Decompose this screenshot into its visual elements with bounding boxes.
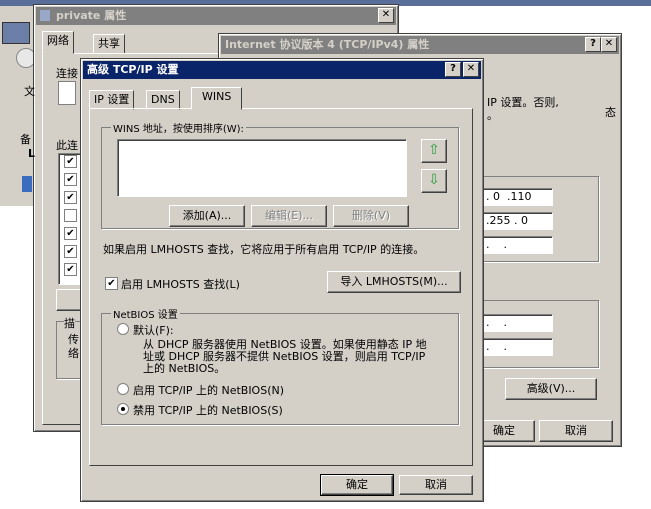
item-checkbox[interactable] <box>64 209 77 222</box>
import-lmhosts-button[interactable]: 导入 LMHOSTS(M)... <box>327 271 461 293</box>
tab-ip-settings[interactable]: IP 设置 <box>89 90 135 110</box>
lmhosts-checkbox[interactable]: ✔ <box>105 277 118 290</box>
tab-network[interactable]: 网络 <box>42 31 74 54</box>
netbios-default-radio[interactable] <box>117 323 129 335</box>
connect-label: 连接 <box>56 67 78 80</box>
side-char-file: 文 <box>24 85 35 98</box>
alternate-dns-field[interactable]: . . <box>481 338 553 356</box>
private-close-button[interactable]: ✕ <box>378 8 394 23</box>
item-checkbox[interactable]: ✔ <box>64 263 77 276</box>
edit-wins-button[interactable]: 编辑(E)... <box>251 205 327 227</box>
subnet-mask-field[interactable]: .255 . 0 <box>481 212 553 230</box>
this-connection-label: 此连 <box>56 139 78 152</box>
dns-group <box>481 300 599 368</box>
side-char-network: 络 <box>68 347 79 360</box>
computer-icon <box>2 22 30 44</box>
down-arrow-icon: ⇩ <box>428 172 440 188</box>
advanced-close-button[interactable]: ✕ <box>463 62 479 77</box>
ip-address-value: . 0 .110 <box>486 190 532 203</box>
tab-sharing[interactable]: 共享 <box>93 34 125 54</box>
network-icon <box>22 176 32 192</box>
side-char-spare: 备 <box>20 133 31 146</box>
item-checkbox[interactable]: ✔ <box>64 191 77 204</box>
item-checkbox[interactable]: ✔ <box>64 245 77 258</box>
network-title-icon <box>40 10 50 21</box>
adapter-icon <box>58 81 76 105</box>
wins-group-label: WINS 地址，按使用排序(W): <box>111 120 246 135</box>
tab-wins[interactable]: WINS <box>191 87 243 110</box>
gateway-field[interactable]: . . <box>481 236 553 254</box>
netbios-group-label: NetBIOS 设置 <box>111 306 180 321</box>
lmhosts-checkbox-label[interactable]: 启用 LMHOSTS 查找(L) <box>121 276 240 292</box>
advanced-cancel-button[interactable]: 取消 <box>399 475 473 495</box>
item-checkbox[interactable]: ✔ <box>64 155 77 168</box>
private-title-bar: private 属性 <box>36 7 396 25</box>
advanced-title-bar: 高级 TCP/IP 设置 <box>83 61 481 79</box>
ipv4-close-button[interactable]: ✕ <box>601 37 617 52</box>
preferred-dns-value: . . <box>486 316 507 329</box>
side-char-l: L <box>28 147 36 160</box>
description-label: 描 <box>64 315 75 331</box>
advanced-help-button[interactable]: ? <box>445 62 461 77</box>
gateway-value: . . <box>486 238 507 251</box>
ip-address-field[interactable]: . 0 .110 <box>481 188 553 206</box>
tab-dns[interactable]: DNS <box>146 90 180 110</box>
install-button[interactable] <box>56 289 82 311</box>
add-wins-button[interactable]: 添加(A)... <box>169 205 245 227</box>
alternate-dns-value: . . <box>486 340 507 353</box>
ipv4-help-button[interactable]: ? <box>585 37 601 52</box>
ipv4-info-line2: 。 <box>487 109 498 122</box>
netbios-disable-radio[interactable] <box>117 403 129 415</box>
advanced-ok-button[interactable]: 确定 <box>320 474 394 496</box>
advanced-button[interactable]: 高级(V)... <box>505 378 597 400</box>
move-down-button[interactable]: ⇩ <box>421 169 447 193</box>
ipv4-window-title: Internet 协议版本 4 (TCP/IPv4) 属性 <box>225 38 430 51</box>
remove-wins-button[interactable]: 删除(V) <box>333 205 409 227</box>
netbios-disable-label[interactable]: 禁用 TCP/IP 上的 NetBIOS(S) <box>133 402 283 418</box>
ipv4-title-bar: Internet 协议版本 4 (TCP/IPv4) 属性 <box>221 36 619 54</box>
item-checkbox[interactable]: ✔ <box>64 173 77 186</box>
ipv4-info-suffix: 态 <box>605 106 616 119</box>
netbios-enable-radio[interactable] <box>117 383 129 395</box>
advanced-tcpip-dialog: 高级 TCP/IP 设置 ? ✕ IP 设置 DNS WINS WINS 地址，… <box>80 58 484 502</box>
wins-address-list[interactable] <box>117 139 407 197</box>
advanced-dialog-title: 高级 TCP/IP 设置 <box>87 63 179 76</box>
netbios-default-desc: 上的 NetBIOS。 <box>143 362 226 375</box>
preferred-dns-field[interactable]: . . <box>481 314 553 332</box>
lmhosts-info-text: 如果启用 LMHOSTS 查找，它将应用于所有启用 TCP/IP 的连接。 <box>103 243 425 256</box>
ipv4-cancel-button[interactable]: 取消 <box>539 420 613 442</box>
up-arrow-icon: ⇧ <box>428 142 440 158</box>
item-checkbox[interactable]: ✔ <box>64 227 77 240</box>
netbios-enable-label[interactable]: 启用 TCP/IP 上的 NetBIOS(N) <box>133 382 284 398</box>
move-up-button[interactable]: ⇧ <box>421 139 447 163</box>
private-window-title: private 属性 <box>56 9 127 22</box>
subnet-mask-value: .255 . 0 <box>486 214 528 227</box>
